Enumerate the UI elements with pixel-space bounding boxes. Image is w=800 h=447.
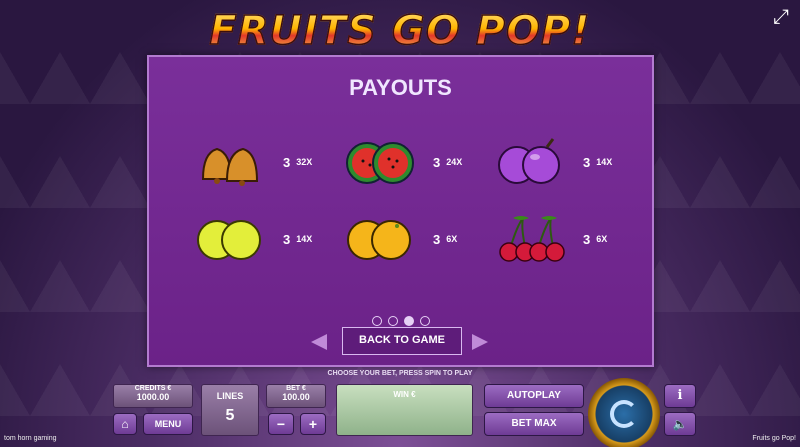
spin-arrow-icon xyxy=(610,400,638,428)
credits-display: CREDITS € 1000.00 xyxy=(113,384,193,408)
orange-icon xyxy=(347,220,411,260)
provider-label: tom horn gaming xyxy=(4,435,57,442)
bet-label: BET € xyxy=(286,385,306,392)
next-page-arrow-icon[interactable] xyxy=(472,334,488,350)
watermelon-icon xyxy=(346,142,414,184)
payout-cherry: 3 6X xyxy=(495,212,607,266)
info-icon[interactable]: i xyxy=(664,384,696,408)
page-dot[interactable] xyxy=(419,316,430,326)
payout-count: 3 xyxy=(283,154,291,170)
paytable-panel: PAYOUTS 3 32X 3 24X 3 14X 3 14X 3 6X 3 6… xyxy=(147,55,654,367)
paytable-title: PAYOUTS xyxy=(349,75,452,100)
menu-button[interactable]: MENU xyxy=(143,413,193,435)
payout-multiplier: 6X xyxy=(446,234,458,244)
payout-count: 3 xyxy=(583,231,591,247)
payout-count: 3 xyxy=(433,154,441,170)
payout-multiplier: 6X xyxy=(596,234,608,244)
page-dot[interactable] xyxy=(387,316,398,326)
game-logo: FRUITS GO POP! xyxy=(0,7,800,55)
lines-label: LINES xyxy=(216,391,244,401)
expand-icon[interactable]: ⤢ xyxy=(768,4,794,30)
payout-count: 3 xyxy=(283,231,291,247)
payout-watermelon: 3 24X xyxy=(345,135,462,189)
payout-multiplier: 14X xyxy=(596,157,613,167)
hint-text: CHOOSE YOUR BET, PRESS SPIN TO PLAY xyxy=(327,370,473,377)
credits-label: CREDITS € xyxy=(134,385,172,392)
spin-button[interactable] xyxy=(588,378,660,447)
lemon-icon xyxy=(197,220,261,260)
page-dot-active[interactable] xyxy=(403,316,414,326)
lines-display: LINES 5 xyxy=(201,384,259,436)
payout-count: 3 xyxy=(433,231,441,247)
payout-plum: 3 14X xyxy=(495,135,612,189)
autoplay-button[interactable]: AUTOPLAY xyxy=(484,384,584,408)
bet-max-button[interactable]: BET MAX xyxy=(484,412,584,436)
payout-count: 3 xyxy=(583,154,591,170)
home-icon[interactable]: ⌂ xyxy=(113,413,137,435)
plum-icon xyxy=(498,138,560,184)
prev-page-arrow-icon[interactable] xyxy=(311,334,327,350)
page-dot[interactable] xyxy=(371,316,382,326)
bell-icon xyxy=(201,147,259,186)
bet-display: BET € 100.00 xyxy=(266,384,326,408)
win-label: WIN € xyxy=(393,390,416,399)
sound-icon[interactable]: 🔈 xyxy=(664,412,696,436)
lines-value: 5 xyxy=(225,407,235,424)
payout-lemon: 3 14X xyxy=(195,212,312,266)
payout-multiplier: 32X xyxy=(296,157,313,167)
cherry-icon xyxy=(499,216,565,262)
credits-value: 1000.00 xyxy=(136,392,170,402)
back-to-game-button[interactable]: BACK TO GAME xyxy=(342,327,462,355)
bet-value: 100.00 xyxy=(282,392,310,402)
payout-multiplier: 14X xyxy=(296,234,313,244)
win-display: WIN € xyxy=(336,384,473,436)
bet-decrease-button[interactable]: − xyxy=(268,413,294,435)
payout-orange: 3 6X xyxy=(345,212,457,266)
game-name-label: Fruits go Pop! xyxy=(752,435,796,442)
payout-bell: 3 32X xyxy=(195,135,312,189)
payout-multiplier: 24X xyxy=(446,157,463,167)
bet-increase-button[interactable]: + xyxy=(300,413,326,435)
